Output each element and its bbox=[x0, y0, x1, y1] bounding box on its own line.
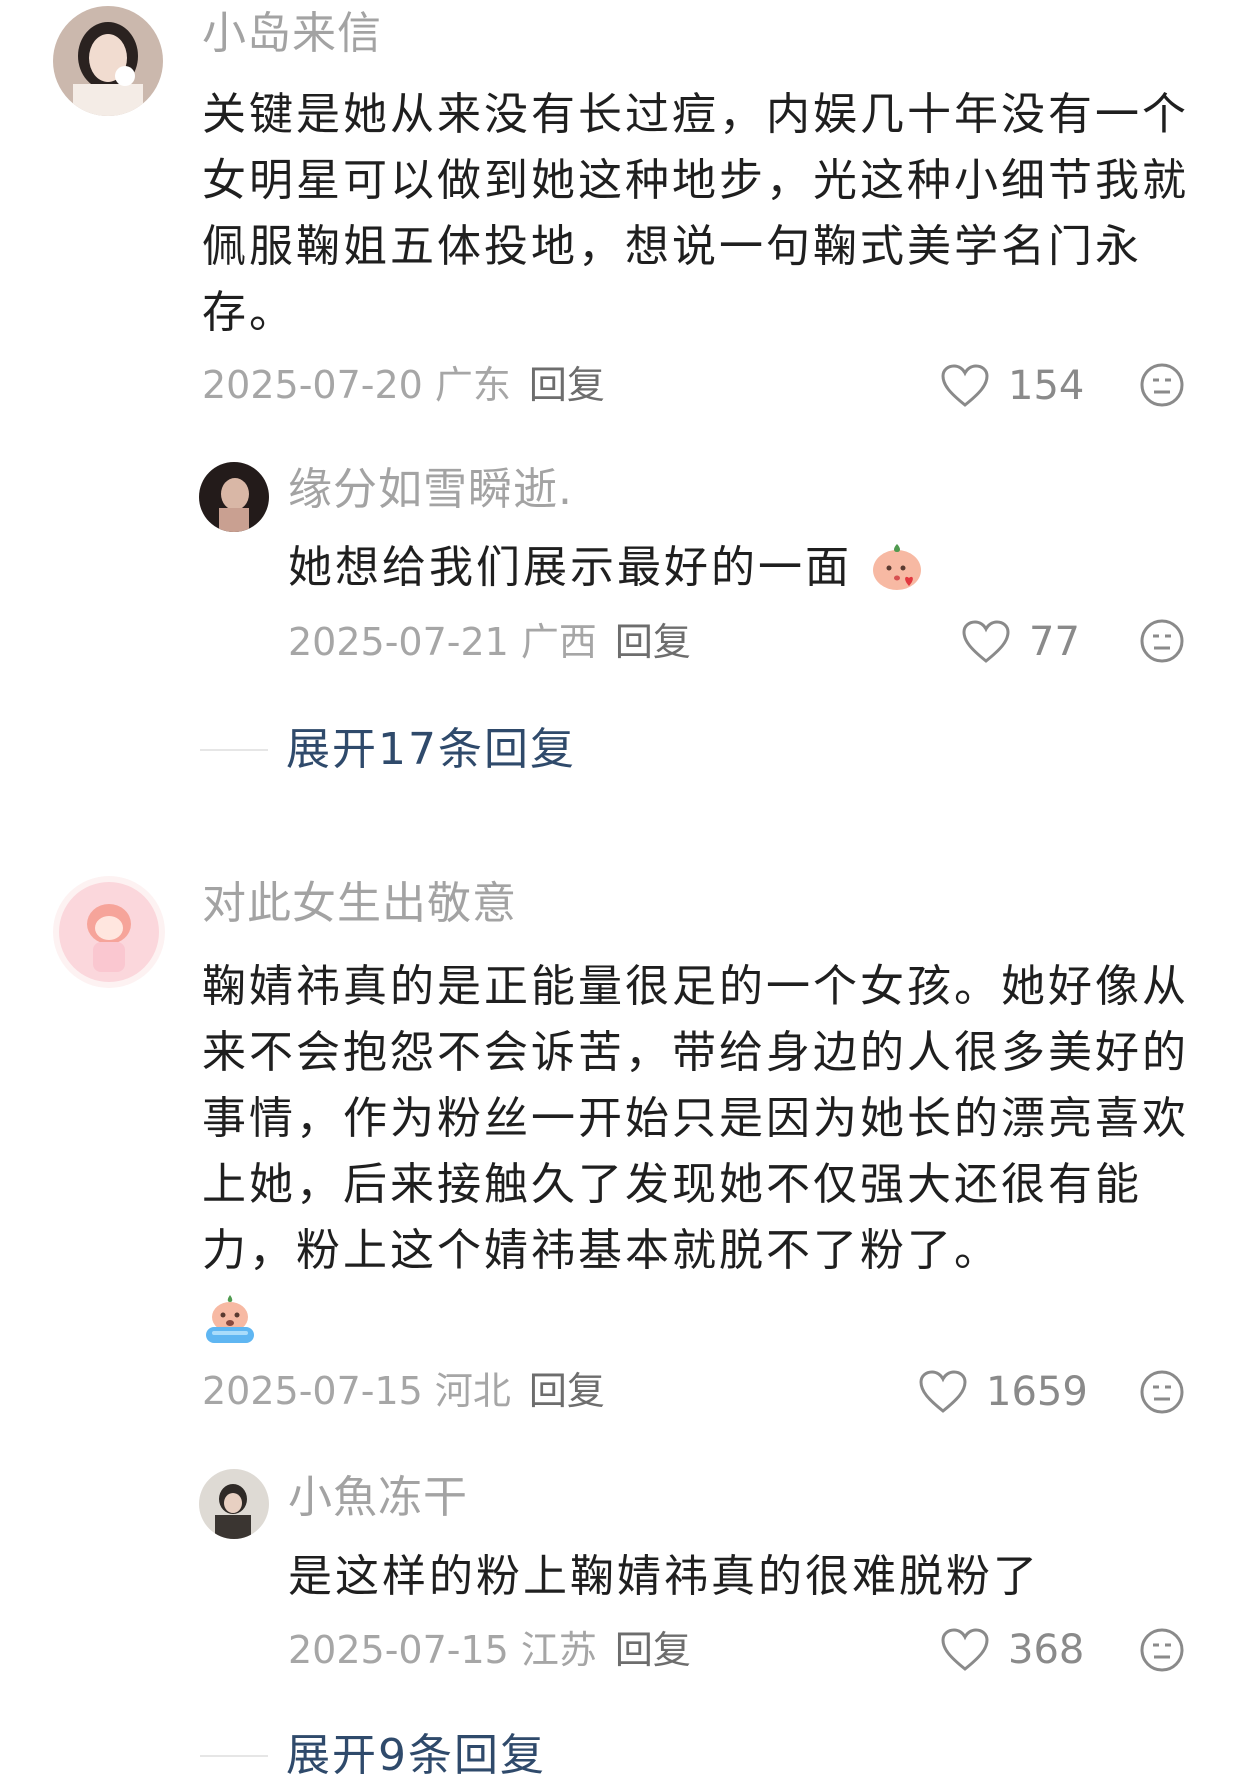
avatar[interactable] bbox=[53, 6, 163, 116]
reply-username[interactable]: 小魚冻干 bbox=[288, 1470, 468, 1526]
reply-text: 她想给我们展示最好的一面 bbox=[288, 535, 1188, 601]
comment-text-content: 关键是她从来没有长过痘，内娱几十年没有一个女明星可以做到她这种地步，光这种小细节… bbox=[202, 89, 1189, 338]
meh-face-icon bbox=[1140, 363, 1184, 407]
comment-date-region: 2025-07-15 河北 bbox=[202, 1369, 511, 1413]
reply-text: 是这样的粉上鞠婧祎真的很难脱粉了 bbox=[288, 1544, 1188, 1610]
dislike-button[interactable] bbox=[1139, 1369, 1185, 1415]
comment-username[interactable]: 小岛来信 bbox=[202, 6, 382, 62]
reply-button[interactable]: 回复 bbox=[529, 1369, 605, 1413]
like-button[interactable]: 368 bbox=[940, 1625, 1084, 1675]
reply-avatar[interactable] bbox=[199, 462, 269, 532]
reply-button[interactable]: 回复 bbox=[615, 620, 691, 664]
heart-outline-icon bbox=[962, 620, 1010, 663]
blushing-kiss-emoji bbox=[873, 544, 921, 590]
dislike-button[interactable] bbox=[1139, 362, 1185, 408]
meh-face-icon bbox=[1140, 1628, 1184, 1672]
expand-replies-label: 展开17条回复 bbox=[286, 724, 576, 775]
like-count: 368 bbox=[1008, 1627, 1085, 1673]
reply-button[interactable]: 回复 bbox=[615, 1628, 691, 1672]
dislike-button[interactable] bbox=[1139, 1627, 1185, 1673]
like-button[interactable]: 154 bbox=[940, 361, 1084, 411]
like-button[interactable]: 77 bbox=[961, 617, 1080, 667]
heart-outline-icon bbox=[941, 1628, 989, 1671]
reply-date-region: 2025-07-15 江苏 bbox=[288, 1628, 597, 1672]
expand-replies-label: 展开9条回复 bbox=[286, 1730, 546, 1781]
dislike-button[interactable] bbox=[1139, 618, 1185, 664]
avatar[interactable] bbox=[53, 876, 165, 988]
comment-text: 鞠婧祎真的是正能量很足的一个女孩。她好像从来不会抱怨不会诉苦，带给身边的人很多美… bbox=[202, 954, 1202, 1356]
comment-text: 关键是她从来没有长过痘，内娱几十年没有一个女明星可以做到她这种地步，光这种小细节… bbox=[202, 82, 1202, 346]
reply-username[interactable]: 缘分如雪瞬逝. bbox=[288, 462, 573, 518]
meh-face-icon bbox=[1140, 1370, 1184, 1414]
meh-face-icon bbox=[1140, 619, 1184, 663]
reply-avatar[interactable] bbox=[199, 1469, 269, 1539]
like-count: 77 bbox=[1029, 619, 1080, 665]
like-count: 154 bbox=[1008, 363, 1085, 409]
comment-text-content: 鞠婧祎真的是正能量很足的一个女孩。她好像从来不会抱怨不会诉苦，带给身边的人很多美… bbox=[202, 961, 1189, 1276]
crying-emoji bbox=[206, 1295, 254, 1343]
reply-button[interactable]: 回复 bbox=[529, 363, 605, 407]
reply-meta: 2025-07-15 江苏 回复 bbox=[288, 1625, 691, 1675]
reply-text-content: 是这样的粉上鞠婧祎真的很难脱粉了 bbox=[288, 1551, 1040, 1602]
expand-replies-button[interactable]: 展开17条回复 bbox=[200, 722, 576, 778]
reply-date-region: 2025-07-21 广西 bbox=[288, 620, 597, 664]
like-count: 1659 bbox=[986, 1369, 1088, 1415]
comment-meta: 2025-07-20 广东 回复 bbox=[202, 360, 605, 410]
comment-meta: 2025-07-15 河北 回复 bbox=[202, 1366, 605, 1416]
divider bbox=[200, 1755, 268, 1757]
heart-outline-icon bbox=[941, 364, 989, 407]
comment-username[interactable]: 对此女生出敬意 bbox=[202, 876, 517, 932]
comment-date-region: 2025-07-20 广东 bbox=[202, 363, 511, 407]
divider bbox=[200, 749, 268, 751]
like-button[interactable]: 1659 bbox=[918, 1367, 1088, 1417]
expand-replies-button[interactable]: 展开9条回复 bbox=[200, 1728, 546, 1784]
reply-meta: 2025-07-21 广西 回复 bbox=[288, 617, 691, 667]
reply-text-content: 她想给我们展示最好的一面 bbox=[288, 542, 852, 593]
heart-outline-icon bbox=[919, 1370, 967, 1413]
